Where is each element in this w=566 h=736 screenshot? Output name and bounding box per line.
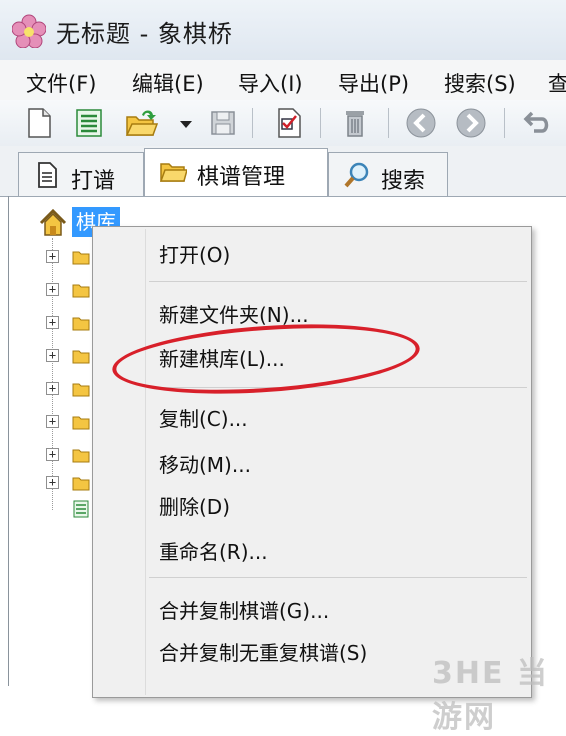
context-menu: 打开(O) 新建文件夹(N)... 新建棋库(L)... 复制(C)... 移动… bbox=[92, 226, 532, 698]
record-list-icon[interactable] bbox=[72, 500, 90, 518]
expand-plus-icon[interactable]: + bbox=[46, 448, 59, 461]
menu-separator bbox=[149, 281, 527, 282]
expand-plus-icon[interactable]: + bbox=[46, 349, 59, 362]
menu-search[interactable]: 搜索(S) bbox=[444, 68, 516, 98]
document-icon bbox=[38, 162, 57, 188]
menu-import[interactable]: 导入(I) bbox=[238, 68, 303, 98]
menu-bar: 文件(F) 编辑(E) 导入(I) 导出(P) 搜索(S) 查 bbox=[0, 60, 566, 101]
house-icon bbox=[39, 208, 67, 236]
back-icon[interactable] bbox=[404, 106, 438, 140]
toolbar-separator bbox=[252, 108, 253, 138]
menu-new-folder[interactable]: 新建文件夹(N)... bbox=[159, 299, 309, 328]
folder-icon[interactable] bbox=[72, 380, 90, 398]
tab-label: 搜索 bbox=[381, 169, 426, 194]
delete-icon[interactable] bbox=[338, 106, 372, 140]
tab-label: 打谱 bbox=[71, 169, 116, 194]
tab-qipu-guanli[interactable]: 棋谱管理 bbox=[144, 148, 328, 196]
tab-search[interactable]: 搜索 bbox=[328, 152, 448, 196]
expand-plus-icon[interactable]: + bbox=[46, 316, 59, 329]
forward-icon[interactable] bbox=[454, 106, 488, 140]
dropdown-arrow-icon[interactable] bbox=[176, 106, 196, 140]
menu-move[interactable]: 移动(M)... bbox=[159, 449, 251, 478]
open-folder-icon[interactable] bbox=[124, 106, 158, 140]
folder-icon[interactable] bbox=[72, 347, 90, 365]
checklist-icon[interactable] bbox=[272, 106, 306, 140]
magnifier-icon bbox=[344, 162, 369, 188]
menu-merge-copy[interactable]: 合并复制棋谱(G)... bbox=[159, 595, 329, 624]
folder-icon[interactable] bbox=[72, 281, 90, 299]
menu-edit[interactable]: 编辑(E) bbox=[132, 68, 204, 98]
expand-plus-icon[interactable]: + bbox=[46, 283, 59, 296]
menu-export[interactable]: 导出(P) bbox=[338, 68, 409, 98]
menu-delete[interactable]: 删除(D) bbox=[159, 491, 230, 520]
folder-icon[interactable] bbox=[72, 413, 90, 431]
folder-icon[interactable] bbox=[72, 314, 90, 332]
expand-plus-icon[interactable]: + bbox=[46, 476, 59, 489]
toolbar-separator bbox=[388, 108, 389, 138]
menu-rename[interactable]: 重命名(R)... bbox=[159, 536, 268, 565]
tree-connector bbox=[52, 238, 53, 510]
flower-app-icon bbox=[12, 14, 46, 48]
toolbar-separator bbox=[504, 108, 505, 138]
folder-icon bbox=[159, 163, 187, 182]
folder-icon[interactable] bbox=[72, 474, 90, 492]
menu-open[interactable]: 打开(O) bbox=[159, 239, 230, 268]
tab-strip: 打谱 棋谱管理 搜索 bbox=[0, 146, 566, 196]
undo-icon[interactable] bbox=[520, 106, 554, 140]
folder-icon[interactable] bbox=[72, 248, 90, 266]
watermark: 3HE 当游网 bbox=[432, 656, 549, 735]
menu-file[interactable]: 文件(F) bbox=[26, 68, 96, 98]
expand-plus-icon[interactable]: + bbox=[46, 382, 59, 395]
menu-gutter bbox=[145, 229, 146, 695]
window-title: 无标题 - 象棋桥 bbox=[56, 20, 233, 48]
list-icon[interactable] bbox=[72, 106, 106, 140]
menu-copy[interactable]: 复制(C)... bbox=[159, 403, 248, 432]
menu-view-partial[interactable]: 查 bbox=[548, 68, 566, 98]
expand-plus-icon[interactable]: + bbox=[46, 415, 59, 428]
folder-icon[interactable] bbox=[72, 446, 90, 464]
panel-edge bbox=[8, 196, 9, 686]
toolbar bbox=[0, 100, 566, 147]
save-icon[interactable] bbox=[206, 106, 240, 140]
expand-plus-icon[interactable]: + bbox=[46, 250, 59, 263]
new-file-icon[interactable] bbox=[22, 106, 56, 140]
menu-separator bbox=[149, 577, 527, 578]
tab-label: 棋谱管理 bbox=[197, 165, 286, 190]
tab-dapu[interactable]: 打谱 bbox=[18, 152, 144, 196]
title-bar: 无标题 - 象棋桥 bbox=[0, 0, 566, 61]
menu-merge-copy-unique[interactable]: 合并复制无重复棋谱(S) bbox=[159, 637, 367, 666]
toolbar-separator bbox=[320, 108, 321, 138]
